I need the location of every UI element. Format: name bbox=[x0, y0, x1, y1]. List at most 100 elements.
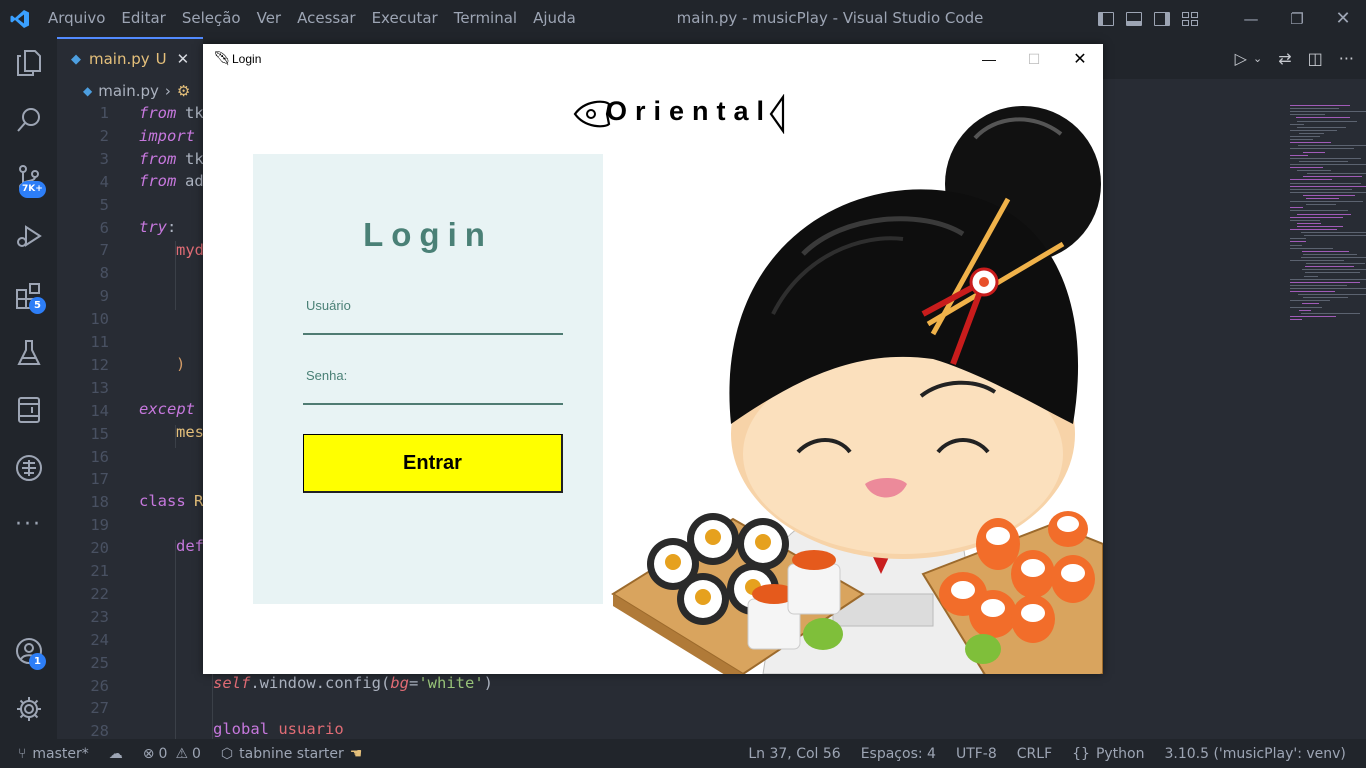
code-line-6-keyword: try bbox=[139, 218, 167, 236]
run-debug-icon[interactable] bbox=[0, 212, 57, 260]
code-line-1-rest: tk bbox=[185, 104, 204, 122]
code-line-4-rest: ad bbox=[185, 172, 204, 190]
line-number: 23 bbox=[90, 607, 109, 626]
minimap-line bbox=[1302, 303, 1319, 305]
restore-button[interactable]: ❐ bbox=[1274, 0, 1320, 37]
close-button[interactable]: ✕ bbox=[1320, 0, 1366, 37]
minimize-button[interactable]: — bbox=[1228, 0, 1274, 37]
globe-icon[interactable] bbox=[0, 444, 57, 492]
symbol-icon: ⚙ bbox=[176, 82, 191, 100]
warnings-count[interactable]: 0 bbox=[192, 746, 201, 762]
run-dropdown-icon[interactable]: ⌄ bbox=[1253, 52, 1262, 65]
code-line-12: ) bbox=[176, 355, 186, 373]
entrar-button[interactable]: Entrar bbox=[303, 434, 563, 493]
toggle-panel-icon[interactable] bbox=[1126, 11, 1142, 26]
username-underline bbox=[303, 333, 563, 335]
minimap-line bbox=[1297, 126, 1346, 128]
branch-status[interactable]: master* bbox=[32, 746, 88, 762]
warnings-icon[interactable]: ⚠ bbox=[175, 746, 188, 762]
more-icon[interactable]: ··· bbox=[0, 500, 57, 548]
errors-count[interactable]: 0 bbox=[159, 746, 168, 762]
geisha-sushi-illustration bbox=[603, 74, 1103, 674]
minimap-line bbox=[1290, 207, 1303, 209]
settings-icon[interactable] bbox=[0, 685, 57, 733]
tab-main-py[interactable]: ◆ main.py U ✕ bbox=[57, 37, 203, 79]
extensions-icon[interactable]: 5 bbox=[0, 272, 57, 320]
code-line-6-rest: : bbox=[167, 218, 177, 236]
tabnine-status[interactable]: tabnine starter bbox=[239, 746, 344, 762]
testing-icon[interactable] bbox=[0, 329, 57, 377]
compare-changes-icon[interactable]: ⇄ bbox=[1278, 49, 1291, 68]
minimap-line bbox=[1290, 287, 1366, 289]
minimap-line bbox=[1306, 198, 1339, 199]
minimap-line bbox=[1290, 315, 1336, 317]
minimap-line bbox=[1290, 136, 1320, 137]
menu-executar[interactable]: Executar bbox=[364, 0, 446, 37]
menu-acessar[interactable]: Acessar bbox=[289, 0, 363, 37]
line-number: 17 bbox=[90, 470, 109, 489]
minimap[interactable] bbox=[1290, 103, 1366, 333]
errors-icon[interactable]: ⊗ bbox=[143, 746, 155, 762]
code-line-7: myd bbox=[176, 241, 204, 259]
minimap-line bbox=[1290, 108, 1339, 110]
minimap-line bbox=[1290, 105, 1350, 106]
minimap-line bbox=[1290, 182, 1361, 184]
sync-icon[interactable]: ☁ bbox=[109, 746, 123, 762]
close-tab-icon[interactable]: ✕ bbox=[177, 50, 190, 68]
customize-layout-icon[interactable] bbox=[1182, 11, 1198, 26]
language-icon: {} bbox=[1072, 745, 1090, 762]
minimap-line bbox=[1301, 312, 1360, 314]
menu-selecao[interactable]: Seleção bbox=[174, 0, 249, 37]
breadcrumb-file[interactable]: main.py bbox=[98, 82, 159, 100]
run-file-icon[interactable]: ▷ bbox=[1235, 49, 1247, 68]
minimap-line bbox=[1290, 247, 1333, 249]
menu-terminal[interactable]: Terminal bbox=[446, 0, 525, 37]
accounts-icon[interactable]: 1 bbox=[0, 627, 57, 675]
minimap-line bbox=[1306, 204, 1336, 206]
login-minimize-button[interactable]: — bbox=[966, 44, 1012, 74]
password-input[interactable] bbox=[303, 380, 563, 404]
minimap-line bbox=[1307, 173, 1366, 175]
login-window: 🪶︎ Login — ☐ ✕ Oriental Login Usuário Se… bbox=[203, 44, 1103, 674]
minimap-line bbox=[1297, 222, 1321, 224]
toggle-primary-sidebar-icon[interactable] bbox=[1098, 11, 1114, 26]
menu-ajuda[interactable]: Ajuda bbox=[525, 0, 584, 37]
tab-status: U bbox=[155, 50, 167, 68]
branch-icon: ⑂ bbox=[18, 745, 27, 762]
split-editor-icon[interactable]: ◫ bbox=[1308, 49, 1323, 68]
toggle-secondary-sidebar-icon[interactable] bbox=[1154, 11, 1170, 26]
search-icon[interactable] bbox=[0, 96, 57, 144]
breadcrumb-separator-icon: › bbox=[164, 82, 171, 100]
python-interpreter[interactable]: 3.10.5 ('musicPlay': venv) bbox=[1164, 746, 1345, 762]
tabnine-icon: ⬡ bbox=[220, 745, 234, 762]
minimap-line bbox=[1290, 114, 1325, 116]
menu-arquivo[interactable]: Arquivo bbox=[40, 0, 113, 37]
activity-bar: 7K+ 5 ··· 1 bbox=[0, 37, 57, 739]
minimap-line bbox=[1297, 225, 1343, 227]
encoding[interactable]: UTF-8 bbox=[956, 746, 997, 762]
explorer-icon[interactable] bbox=[0, 39, 57, 87]
remote-explorer-icon[interactable] bbox=[0, 386, 57, 434]
code-line-1-keyword: from bbox=[139, 104, 177, 122]
line-number: 25 bbox=[90, 653, 109, 672]
minimap-line bbox=[1305, 272, 1360, 274]
login-close-button[interactable]: ✕ bbox=[1057, 44, 1103, 74]
line-number: 1 bbox=[99, 104, 109, 122]
line-number: 4 bbox=[99, 172, 109, 191]
more-actions-icon[interactable]: ··· bbox=[1339, 49, 1354, 68]
indentation[interactable]: Espaços: 4 bbox=[861, 746, 936, 762]
hand-icon: ☚ bbox=[349, 745, 363, 762]
menu-editar[interactable]: Editar bbox=[113, 0, 173, 37]
language-mode[interactable]: Python bbox=[1096, 746, 1145, 762]
tab-filename: main.py bbox=[89, 50, 150, 68]
minimap-line bbox=[1297, 120, 1357, 122]
source-control-icon[interactable]: 7K+ bbox=[0, 154, 57, 202]
end-of-line[interactable]: CRLF bbox=[1017, 746, 1052, 762]
line-number: 14 bbox=[90, 401, 109, 420]
cursor-position[interactable]: Ln 37, Col 56 bbox=[748, 746, 840, 762]
menu-ver[interactable]: Ver bbox=[249, 0, 290, 37]
login-maximize-button[interactable]: ☐ bbox=[1011, 44, 1057, 74]
username-input[interactable] bbox=[303, 310, 563, 334]
code-line-3-rest: tk bbox=[185, 150, 204, 168]
minimap-line bbox=[1290, 241, 1306, 243]
